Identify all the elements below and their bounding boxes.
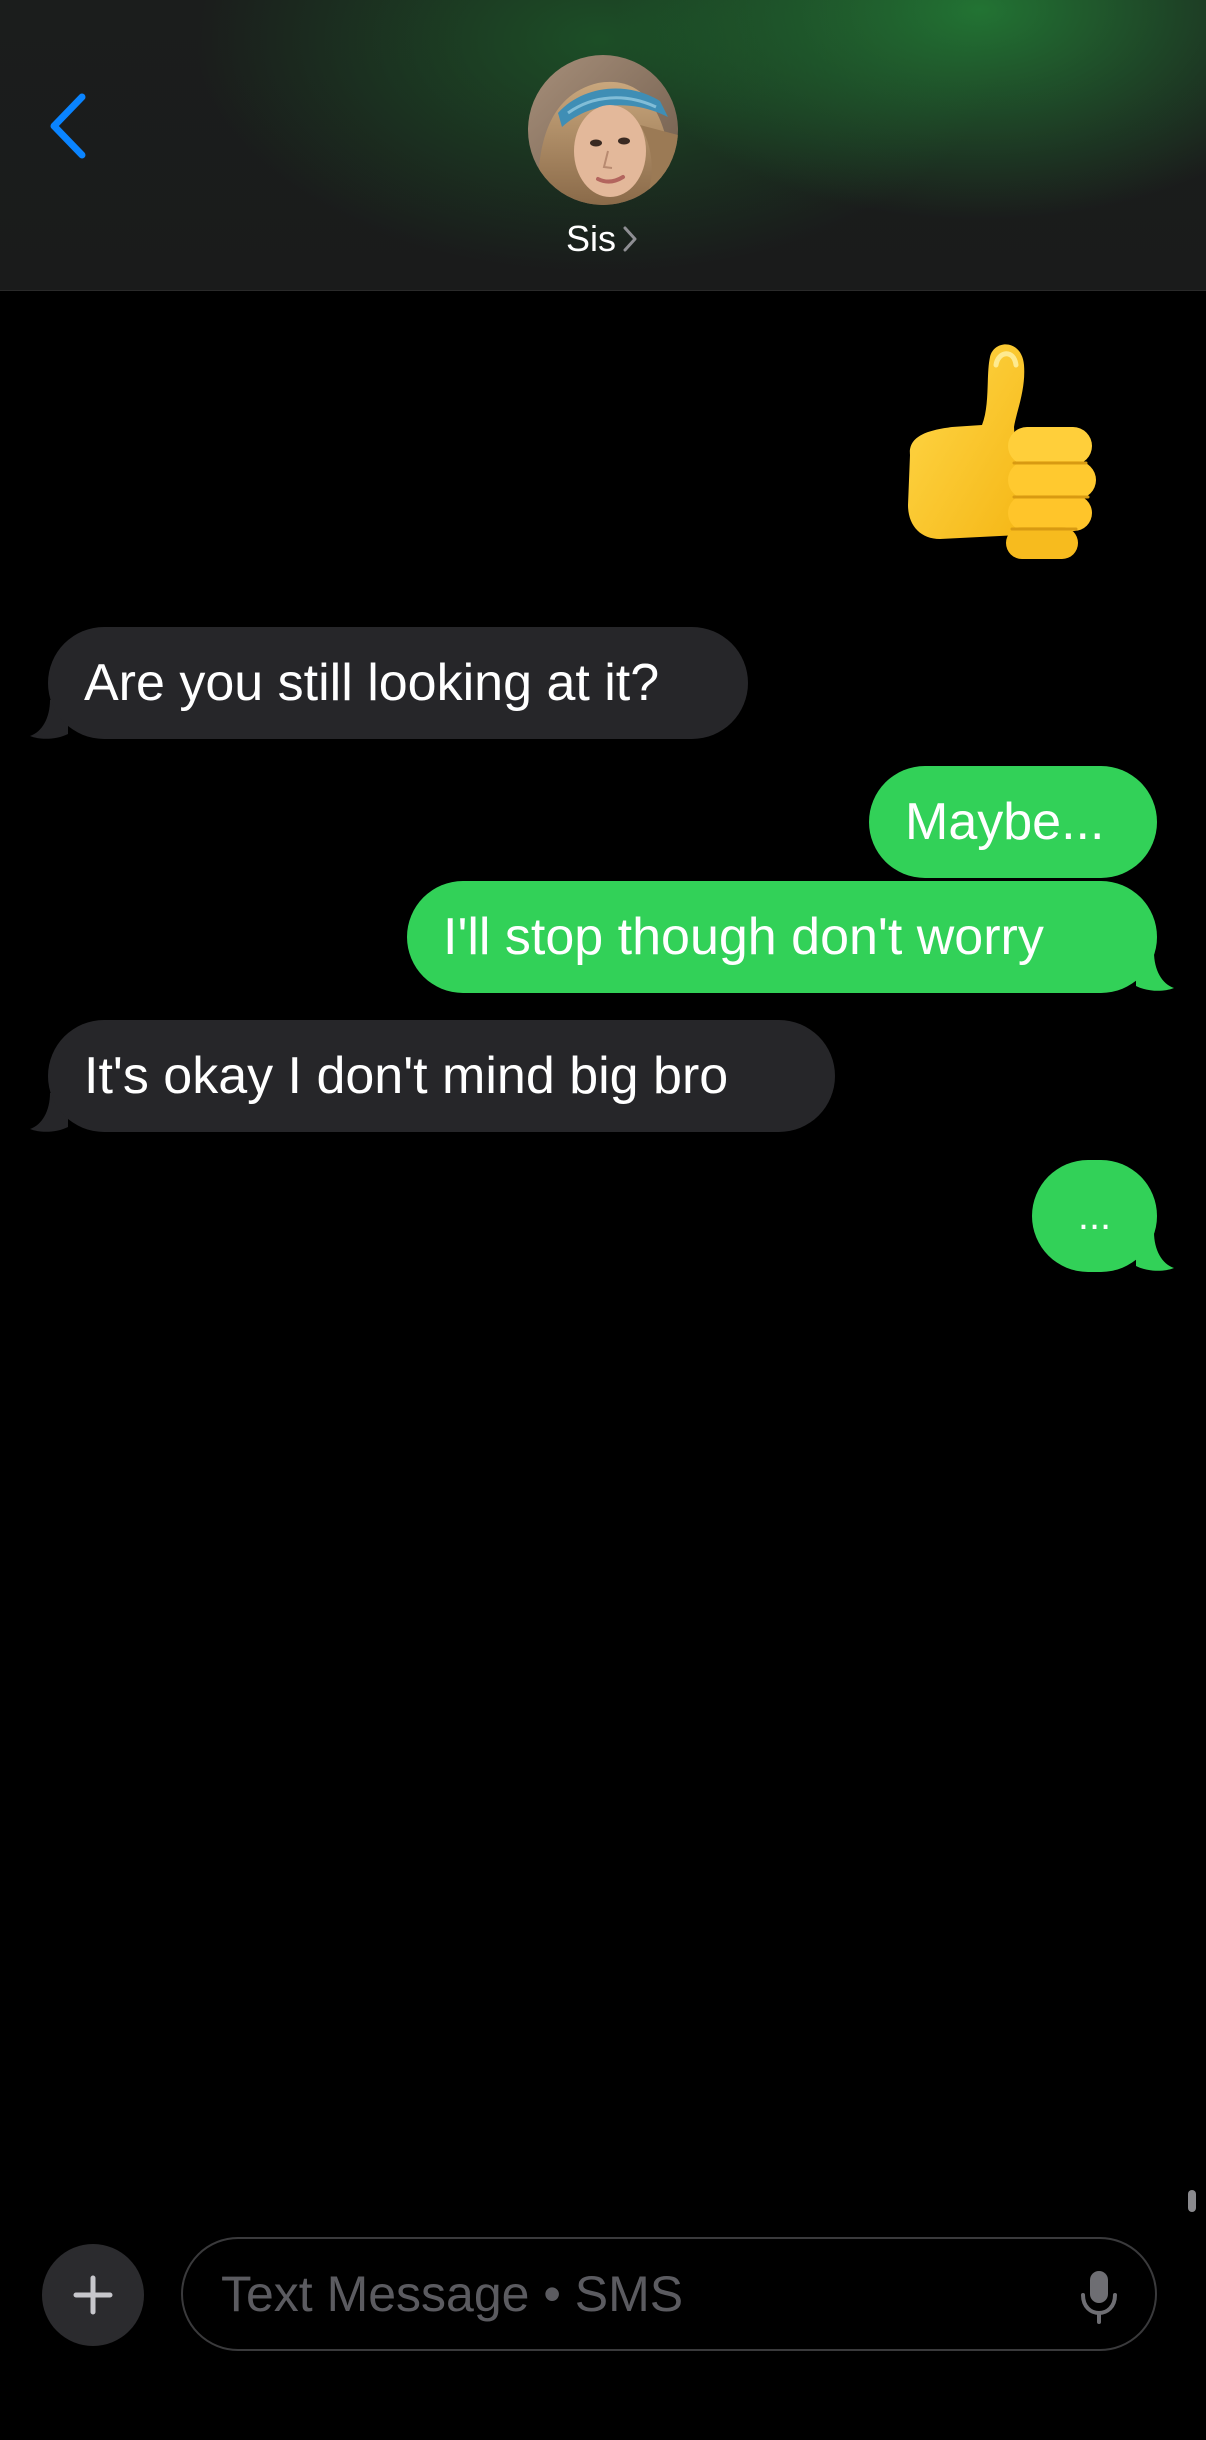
message-text: ... [1077, 1194, 1112, 1238]
back-button[interactable] [38, 86, 98, 166]
message-incoming[interactable]: Are you still looking at it? [48, 627, 748, 739]
message-text: Maybe... [905, 793, 1105, 851]
message-outgoing-emoji[interactable] [890, 335, 1110, 565]
message-text: It's okay I don't mind big bro [84, 1047, 729, 1105]
message-input-placeholder: Text Message • SMS [221, 2266, 684, 2322]
microphone-icon [1081, 2271, 1117, 2324]
dictation-button[interactable] [1079, 2269, 1119, 2325]
plus-icon [73, 2275, 113, 2315]
conversation-header: Sis [0, 0, 1206, 291]
scroll-indicator[interactable] [1188, 2190, 1196, 2212]
chevron-left-icon [50, 93, 86, 159]
contact-name: Sis [565, 218, 616, 259]
message-outgoing[interactable]: Maybe... [869, 766, 1157, 878]
message-text: I'll stop though don't worry [443, 908, 1044, 966]
thumbs-up-emoji-icon [908, 344, 1096, 559]
message-outgoing[interactable]: I'll stop though don't worry [407, 881, 1157, 993]
chevron-right-icon [622, 224, 640, 254]
message-text: Are you still looking at it? [84, 654, 660, 712]
apps-plus-button[interactable] [42, 2244, 144, 2346]
contact-details-link[interactable]: Sis [0, 218, 1206, 260]
message-outgoing[interactable]: ... [1032, 1160, 1157, 1272]
contact-avatar[interactable] [528, 55, 678, 205]
message-input[interactable]: Text Message • SMS [181, 2237, 1157, 2351]
message-incoming[interactable]: It's okay I don't mind big bro [48, 1020, 835, 1132]
avatar-photo [528, 55, 678, 205]
